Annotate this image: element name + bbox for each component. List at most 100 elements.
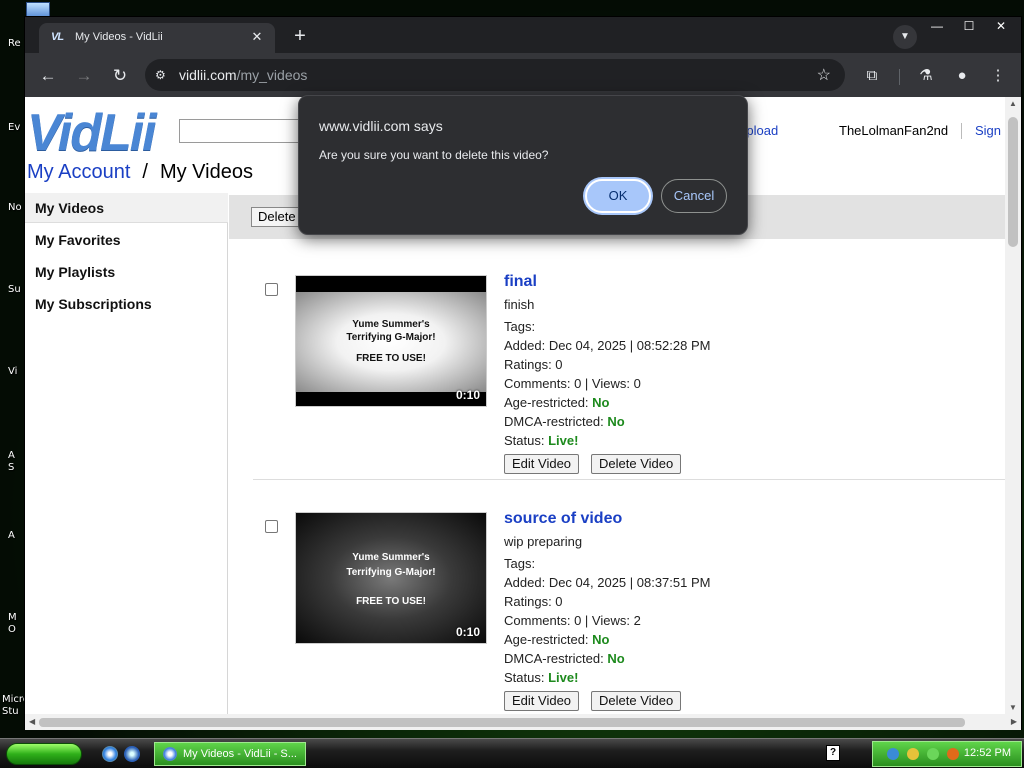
edit-video-button[interactable]: Edit Video — [504, 691, 580, 711]
back-arrow-icon[interactable]: ← — [37, 65, 59, 87]
status-value: Live! — [548, 670, 579, 685]
tab-bar: VL My Videos - VidLii ✕ + ▼ — ☐ ✕ — [25, 17, 1021, 53]
browser-quicklaunch-icon[interactable] — [124, 746, 140, 762]
shield-icon[interactable] — [907, 748, 919, 760]
taskbar-item-browser[interactable]: My Videos - VidLii - S... — [154, 742, 306, 766]
thumbnail-caption: FREE TO USE! — [356, 353, 426, 364]
edit-video-button[interactable]: Edit Video — [504, 454, 580, 474]
desktop-label[interactable]: M O — [8, 612, 22, 636]
delete-video-button[interactable]: Delete Video — [591, 454, 682, 474]
video-dmca-restricted: DMCA-restricted: No — [504, 651, 625, 666]
url-host: vidlii.com — [179, 67, 237, 83]
video-select-checkbox[interactable] — [265, 520, 278, 533]
sidebar-item-my-favorites[interactable]: My Favorites — [25, 225, 228, 255]
tab-active[interactable]: VL My Videos - VidLii ✕ — [39, 23, 275, 53]
chevron-down-icon[interactable]: ▼ — [893, 25, 917, 49]
sidebar-item-my-subscriptions[interactable]: My Subscriptions — [25, 289, 228, 319]
breadcrumb: My Account / My Videos — [27, 161, 253, 184]
desktop-label[interactable]: Vi — [8, 366, 17, 377]
cancel-button[interactable]: Cancel — [661, 179, 727, 213]
reload-icon[interactable]: ↻ — [109, 65, 131, 87]
desktop-label[interactable]: Su — [8, 284, 21, 295]
desktop-label[interactable]: Micro Stu — [2, 694, 29, 718]
help-icon[interactable]: ? — [826, 745, 840, 761]
video-age-restricted: Age-restricted: No — [504, 632, 610, 647]
scroll-left-arrow-icon[interactable]: ◀ — [29, 717, 35, 726]
extensions-icon[interactable]: ⧉ — [861, 65, 883, 87]
desktop-label[interactable]: A — [8, 530, 15, 541]
thumbnail-caption: Terrifying G-Major! — [346, 567, 436, 578]
video-select-checkbox[interactable] — [265, 283, 278, 296]
username-link[interactable]: TheLolmanFan2nd — [839, 123, 948, 138]
start-button[interactable] — [6, 743, 82, 765]
desktop-label[interactable]: Re — [8, 38, 21, 49]
dialog-message: Are you sure you want to delete this vid… — [319, 148, 549, 162]
taskbar-item-label: My Videos - VidLii - S... — [183, 748, 297, 760]
thumbnail-caption: Yume Summer's — [352, 319, 430, 330]
dmca-label: DMCA-restricted: — [504, 414, 604, 429]
vertical-scroll-thumb[interactable] — [1008, 117, 1018, 247]
breadcrumb-my-account[interactable]: My Account — [27, 161, 130, 183]
video-status: Status: Live! — [504, 670, 578, 685]
confirm-dialog: www.vidlii.com says Are you sure you wan… — [298, 95, 748, 235]
video-tags: Tags: — [504, 319, 536, 334]
profile-icon[interactable]: ● — [951, 65, 973, 87]
address-bar[interactable]: ⚙ vidlii.com/my_videos ☆ — [145, 59, 845, 91]
vertical-scrollbar[interactable]: ▲ ▼ — [1005, 97, 1021, 714]
sidebar-item-my-videos[interactable]: My Videos — [25, 193, 228, 223]
age-value: No — [592, 632, 610, 647]
search-input[interactable] — [179, 119, 309, 143]
search-icon[interactable] — [947, 748, 959, 760]
scroll-right-arrow-icon[interactable]: ▶ — [1011, 717, 1017, 726]
vidlii-favicon-icon: VL — [51, 31, 64, 43]
sign-link[interactable]: Sign — [975, 123, 1001, 138]
desktop-label[interactable]: A S — [8, 450, 22, 474]
video-added: Added: Dec 04, 2025 | 08:52:28 PM — [504, 338, 711, 353]
horizontal-scroll-thumb[interactable] — [39, 718, 965, 727]
site-logo[interactable]: VidLii — [27, 103, 157, 163]
scroll-up-arrow-icon[interactable]: ▲ — [1009, 99, 1017, 108]
site-settings-icon[interactable]: ⚙ — [155, 67, 171, 83]
new-tab-button[interactable]: + — [289, 25, 311, 47]
age-label: Age-restricted: — [504, 395, 589, 410]
network-icon[interactable] — [887, 748, 899, 760]
sidebar-item-my-playlists[interactable]: My Playlists — [25, 257, 228, 287]
internet-explorer-icon[interactable] — [102, 746, 118, 762]
video-age-restricted: Age-restricted: No — [504, 395, 610, 410]
close-icon[interactable]: ✕ — [249, 29, 265, 45]
video-item: Yume Summer's Terrifying G-Major! FREE T… — [241, 476, 1005, 714]
delete-video-button[interactable]: Delete Video — [591, 691, 682, 711]
clock[interactable]: 12:52 PM — [964, 747, 1011, 759]
video-title-link[interactable]: source of video — [504, 510, 622, 528]
status-label: Status: — [504, 433, 545, 448]
forward-arrow-icon[interactable]: → — [73, 65, 95, 87]
window-close-icon[interactable]: ✕ — [985, 17, 1017, 35]
browser-toolbar: ← → ↻ ⚙ vidlii.com/my_videos ☆ ⧉ ⚗ ● ⋮ — [25, 53, 1021, 97]
horizontal-scrollbar[interactable]: ◀ ▶ — [25, 714, 1021, 730]
minimize-icon[interactable]: — — [921, 17, 953, 35]
account-sidebar: My Videos My Favorites My Playlists My S… — [25, 193, 228, 714]
maximize-icon[interactable]: ☐ — [953, 17, 985, 35]
kebab-menu-icon[interactable]: ⋮ — [987, 65, 1009, 87]
volume-icon[interactable] — [927, 748, 939, 760]
chrome-icon — [163, 747, 177, 761]
video-tags: Tags: — [504, 556, 536, 571]
desktop-label[interactable]: Ev — [8, 122, 20, 133]
video-item: Yume Summer's Terrifying G-Major! FREE T… — [241, 239, 1005, 479]
video-status: Status: Live! — [504, 433, 578, 448]
dmca-value: No — [607, 414, 625, 429]
star-icon[interactable]: ☆ — [817, 65, 831, 85]
video-thumbnail[interactable]: Yume Summer's Terrifying G-Major! FREE T… — [295, 512, 487, 644]
video-description: wip preparing — [504, 534, 583, 549]
ok-button[interactable]: OK — [585, 179, 651, 213]
flask-icon[interactable]: ⚗ — [915, 65, 937, 87]
header-divider — [961, 123, 962, 139]
url-text[interactable]: vidlii.com/my_videos — [179, 67, 307, 83]
page-title: My Videos — [159, 161, 253, 183]
dialog-title: www.vidlii.com says — [319, 118, 443, 134]
video-ratings: Ratings: 0 — [504, 357, 563, 372]
scroll-down-arrow-icon[interactable]: ▼ — [1009, 703, 1017, 712]
video-thumbnail[interactable]: Yume Summer's Terrifying G-Major! FREE T… — [295, 275, 487, 407]
video-title-link[interactable]: final — [504, 273, 537, 291]
desktop-label[interactable]: No — [8, 202, 22, 213]
